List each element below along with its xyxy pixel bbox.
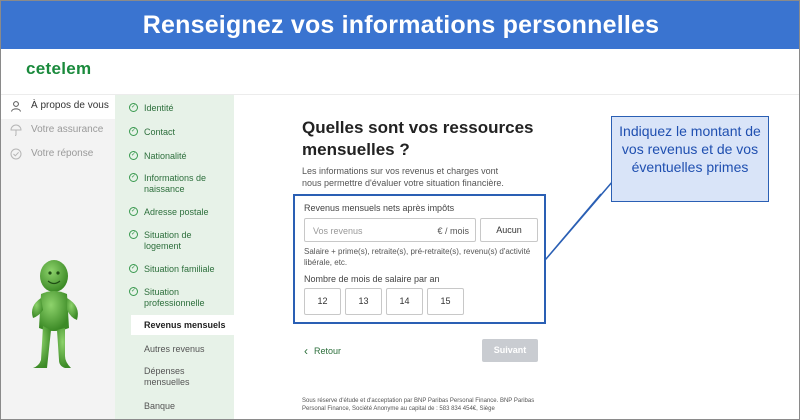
step-label: Situation familiale — [144, 264, 215, 274]
step-label: Situation professionnelle — [144, 287, 205, 308]
annotation-callout: Indiquez le montant de vos revenus et de… — [611, 116, 769, 202]
months-option-15[interactable]: 15 — [427, 288, 464, 315]
months-label: Nombre de mois de salaire par an — [304, 274, 440, 284]
check-icon: ✓ — [129, 230, 138, 239]
next-button[interactable]: Suivant — [482, 339, 538, 362]
step-label: Informations de naissance — [144, 173, 207, 194]
months-option-13[interactable]: 13 — [345, 288, 382, 315]
umbrella-icon — [10, 124, 22, 136]
back-link[interactable]: ‹ Retour — [304, 344, 341, 358]
intro-text: Les informations sur vos revenus et char… — [302, 166, 504, 188]
income-help-text: Salaire + prime(s), retraite(s), pré-ret… — [304, 247, 531, 267]
income-label: Revenus mensuels nets après impôts — [304, 203, 455, 213]
green-mascot-illustration — [21, 256, 91, 376]
no-income-button[interactable]: Aucun — [480, 218, 538, 242]
income-input[interactable]: Vos revenus € / mois — [304, 218, 476, 242]
income-unit: € / mois — [437, 226, 469, 236]
step-label: Revenus mensuels — [144, 320, 226, 330]
income-placeholder: Vos revenus — [313, 226, 363, 236]
step-label: Adresse postale — [144, 207, 209, 217]
step-label: Identité — [144, 103, 174, 113]
nav-item-label: Votre assurance — [31, 124, 104, 135]
step-revenus-mensuels[interactable]: Revenus mensuels — [131, 315, 234, 335]
site-header: cetelem — [1, 49, 799, 95]
step-label: Contact — [144, 127, 176, 137]
nav-item-label: À propos de vous — [31, 100, 109, 111]
step-label: Dépenses mensuelles — [144, 366, 190, 387]
chevron-left-icon: ‹ — [304, 344, 308, 358]
page-title: Quelles sont vos ressources mensuelles ? — [302, 118, 534, 159]
check-icon: ✓ — [129, 264, 138, 273]
check-icon: ✓ — [129, 151, 138, 160]
nav-item-label: Votre réponse — [31, 148, 94, 159]
instruction-banner: Renseignez vos informations personnelles — [1, 1, 799, 49]
months-option-12[interactable]: 12 — [304, 288, 341, 315]
check-icon: ✓ — [129, 207, 138, 216]
step-label: Situation de logement — [144, 230, 192, 251]
step-label: Autres revenus — [144, 344, 205, 354]
months-option-14[interactable]: 14 — [386, 288, 423, 315]
step-label: Nationalité — [144, 151, 187, 161]
back-label: Retour — [314, 346, 342, 356]
check-icon: ✓ — [129, 287, 138, 296]
check-icon: ✓ — [129, 173, 138, 182]
nav-item-about-you[interactable]: À propos de vous — [1, 95, 115, 119]
check-icon: ✓ — [129, 127, 138, 136]
check-circle-icon — [10, 148, 22, 160]
check-icon: ✓ — [129, 103, 138, 112]
cetelem-logo[interactable]: cetelem — [26, 59, 91, 79]
highlighted-income-section: Revenus mensuels nets après impôts Vos r… — [293, 194, 546, 324]
person-icon — [10, 100, 22, 112]
step-label: Banque — [144, 401, 176, 411]
screenshot-frame: Renseignez vos informations personnelles… — [0, 0, 800, 420]
nav-item-response[interactable]: Votre réponse — [1, 143, 115, 167]
legal-footnote: Sous réserve d'étude et d'acceptation pa… — [302, 398, 535, 412]
nav-item-insurance[interactable]: Votre assurance — [1, 119, 115, 143]
form-steps-list: ✓ Identité ✓ Contact ✓ Nationalité ✓ Inf… — [115, 95, 234, 419]
